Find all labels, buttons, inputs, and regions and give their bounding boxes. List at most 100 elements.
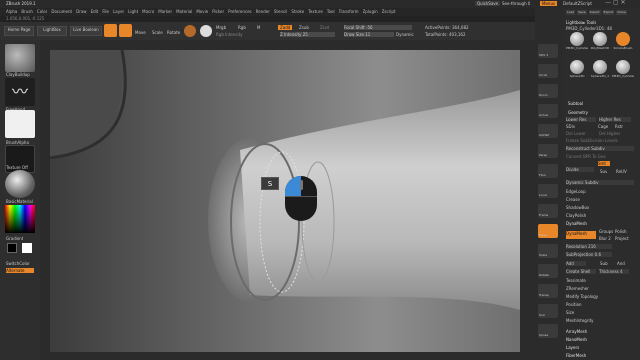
menu-item-stroke[interactable]: Stroke [291,9,304,14]
meshintegrity-header[interactable]: MeshIntegrity [566,318,594,323]
primary-color-swatch[interactable] [7,243,17,253]
z-intensity-slider[interactable]: Z Intensity 25 [280,32,335,37]
shelf-button-scale[interactable]: Scale [538,244,558,258]
alpha-thumbnail[interactable] [5,110,35,138]
m-toggle[interactable]: M [257,25,260,30]
tool-thumbnail[interactable]: PolyMesh3D [589,32,611,51]
tool-thumbnail[interactable]: Sphere3D_1 [589,60,611,79]
resolution-slider[interactable]: Resolution 216 [566,244,612,249]
tray-button-clone[interactable]: Clone [616,10,627,15]
suv-toggle[interactable]: Suv [600,169,607,174]
position-header[interactable]: Position [566,302,582,307]
subprojection-slider[interactable]: SubProjection 0.6 [566,252,612,257]
menu-item-brush[interactable]: Brush [21,9,33,14]
zsub-toggle[interactable]: Zsub [299,25,309,30]
draw-size-slider[interactable]: Draw Size 11 [344,32,394,37]
menu-item-texture[interactable]: Texture [308,9,323,14]
shelf-button-aahalf[interactable]: AAHalf [538,124,558,138]
menu-item-zplugin[interactable]: Zplugin [363,9,378,14]
dynamesh-button[interactable]: DynaMesh [566,231,596,239]
zcut-toggle[interactable]: Zcut [320,25,329,30]
shelf-button-transp[interactable]: Transp [538,284,558,298]
color-picker[interactable] [5,205,35,233]
menu-item-file[interactable]: File [102,9,109,14]
tool-thumbnail[interactable]: PM3D_Cylinder3 [566,32,588,51]
rstr-button[interactable]: Rstr [615,124,623,129]
menu-item-stencil[interactable]: Stencil [274,9,288,14]
window-controls-icon[interactable]: — ▢ ✕ [605,0,626,5]
menu-item-material[interactable]: Material [176,9,192,14]
menu-item-macro[interactable]: Macro [142,9,154,14]
shelf-button-local[interactable]: Local [538,184,558,198]
freeze-subdiv-button[interactable]: Freeze SubDivision Levels [566,138,618,143]
tool-thumbnail[interactable]: Sphere3D [566,60,588,79]
draw-button[interactable] [119,24,132,37]
shelf-button-solo[interactable]: Solo [538,304,558,318]
thickness-slider[interactable]: Thickness 4 [599,269,629,274]
material-thumbnail[interactable] [5,170,35,198]
menus-button[interactable]: Menus [540,1,558,6]
nanomesh-header[interactable]: NanoMesh [566,337,587,342]
menu-item-alpha[interactable]: Alpha [6,9,17,14]
alternate-button[interactable]: Alternate [6,268,34,273]
project-toggle[interactable]: Project [615,236,629,241]
arraymesh-header[interactable]: ArrayMesh [566,329,587,334]
tool-thumbnail[interactable]: SimpleBrush [612,32,634,51]
del-higher-button[interactable]: Del Higher [599,131,620,136]
rgb-toggle[interactable]: Rgb [238,25,246,30]
menu-item-edit[interactable]: Edit [91,9,99,14]
see-through-slider[interactable]: See-through 0 [502,1,530,6]
rgb-intensity-slider[interactable]: Rgb Intensity [216,32,243,37]
shelf-button-xpose[interactable]: Xpose [538,324,558,338]
menu-item-picker[interactable]: Picker [212,9,224,14]
live-boolean-button[interactable]: Live Boolean [70,26,102,36]
shelf-button-move[interactable]: Move [538,224,558,238]
menu-item-tool[interactable]: Tool [327,9,335,14]
shelf-button-rotate[interactable]: Rotate [538,264,558,278]
default-zscript-button[interactable]: DefaultZScript [563,1,592,6]
sub-button[interactable]: Sub [600,261,608,266]
shelf-button-scroll[interactable]: Scroll [538,64,558,78]
menu-item-layer[interactable]: Layer [113,9,124,14]
fibermesh-header[interactable]: FiberMesh [566,353,586,358]
material-sphere-icon[interactable] [184,25,196,37]
claypolish-button[interactable]: ClayPolish [566,213,586,218]
lightbox-tools-label[interactable]: Lightbox▸ Tools [566,20,596,25]
menu-item-zscript[interactable]: Zscript [382,9,396,14]
and-button[interactable]: And [617,261,625,266]
menu-item-draw[interactable]: Draw [76,9,86,14]
zadd-toggle[interactable]: Zadd [278,25,293,30]
polish-toggle[interactable]: Polish [615,229,627,234]
convert-bpr-button[interactable]: Convert BPR To Geo [566,154,606,159]
reconstruct-subdiv-button[interactable]: Reconstruct Subdiv [566,146,634,151]
create-shell-button[interactable]: Create Shell [566,269,596,274]
shelf-button-actual[interactable]: Actual [538,104,558,118]
groups-toggle[interactable]: Groups [599,229,613,234]
menu-item-movie[interactable]: Movie [196,9,208,14]
edit-button[interactable] [104,24,117,37]
secondary-color-swatch[interactable] [22,243,32,253]
shadowbox-button[interactable]: ShadowBox [566,205,589,210]
size-header[interactable]: Size [566,310,574,315]
texture-sphere-icon[interactable] [200,25,212,37]
rotate-button[interactable]: Rotate [167,30,180,35]
tool-thumbnail[interactable]: PM3D_Cylinder3 [612,60,634,79]
mrgb-toggle[interactable]: Mrgb [216,25,226,30]
menu-item-render[interactable]: Render [256,9,270,14]
crease-button[interactable]: Crease [566,197,580,202]
menu-item-marker[interactable]: Marker [158,9,172,14]
move-button[interactable]: Move [135,30,146,35]
dynamesh-header[interactable]: DynaMesh [566,221,587,226]
modify-topology-header[interactable]: Modify Topology [566,294,598,299]
shelf-button-zoom[interactable]: Zoom [538,84,558,98]
smt-toggle[interactable]: Smt [598,161,610,166]
reuv-toggle[interactable]: ReUV [616,169,627,174]
brush-thumbnail[interactable] [5,44,35,72]
menu-item-transform[interactable]: Transform [339,9,359,14]
dynamic-toggle[interactable]: Dynamic [396,32,414,37]
menu-item-color[interactable]: Color [37,9,47,14]
geometry-header[interactable]: Geometry [568,110,588,115]
tray-button-export[interactable]: Export [602,10,615,15]
tray-button-save[interactable]: Save [577,10,587,15]
shelf-button-spix-3[interactable]: SPix 3 [538,44,558,58]
